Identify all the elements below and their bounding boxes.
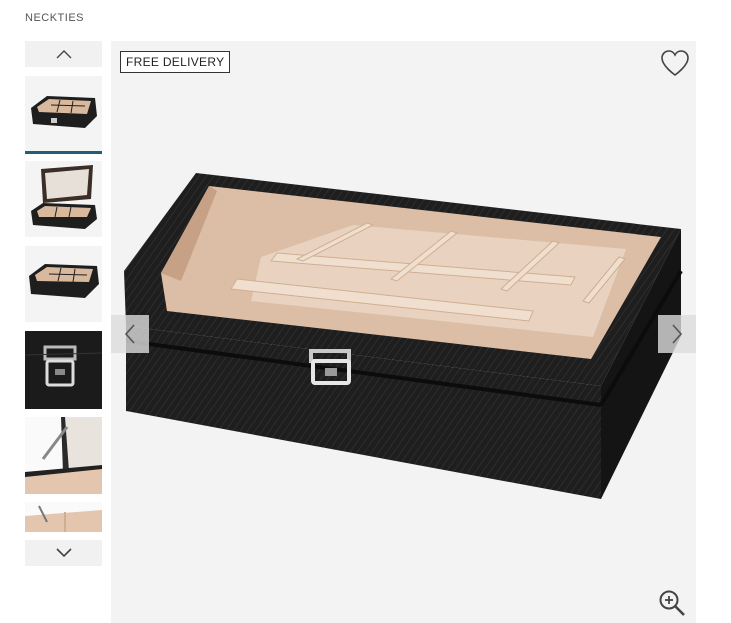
thumbnail-scroll-up-button[interactable]	[25, 41, 102, 67]
thumbnail-5[interactable]	[25, 417, 102, 494]
chevron-right-icon	[672, 324, 683, 344]
box-closed-thumbnail	[25, 76, 102, 151]
breadcrumb[interactable]: NECKTIES	[25, 12, 84, 24]
next-image-button[interactable]	[658, 315, 696, 353]
chevron-left-icon	[124, 324, 135, 344]
thumbnail-6[interactable]	[25, 502, 102, 532]
box-open-lid-thumbnail	[25, 161, 102, 237]
heart-icon[interactable]	[660, 49, 690, 77]
hinge-closeup-thumbnail	[25, 417, 102, 494]
chevron-down-icon	[55, 548, 72, 558]
thumbnail-strip	[25, 41, 102, 568]
clasp-closeup-thumbnail	[25, 331, 102, 409]
main-product-image[interactable]: FREE DELIVERY	[111, 41, 696, 623]
product-photo-box	[124, 173, 683, 499]
chevron-up-icon	[56, 50, 71, 59]
interior-closeup-thumbnail	[25, 502, 102, 532]
free-delivery-badge: FREE DELIVERY	[120, 51, 231, 73]
thumbnail-3[interactable]	[25, 246, 102, 322]
thumbnail-4[interactable]	[25, 331, 102, 409]
thumbnail-scroll-down-button[interactable]	[25, 540, 102, 566]
thumbnail-2[interactable]	[25, 161, 102, 237]
zoom-in-icon[interactable]	[658, 589, 686, 617]
box-angle-thumbnail	[25, 246, 102, 322]
previous-image-button[interactable]	[111, 315, 149, 353]
thumbnail-1[interactable]	[25, 76, 102, 154]
